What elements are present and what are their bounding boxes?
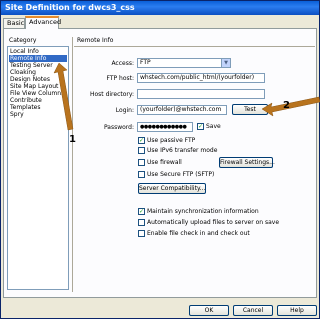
- site-definition-window: Site Definition for dwcs3_css Basic Adva…: [0, 0, 320, 319]
- arrow-2-shape: [261, 96, 320, 117]
- annotation-arrows: [53, 62, 320, 131]
- tab-advanced[interactable]: Advanced: [25, 16, 61, 29]
- annotation-number-2: 2: [283, 100, 290, 111]
- arrow-1-shape: [53, 62, 74, 131]
- annotation-number-1: 1: [69, 134, 76, 145]
